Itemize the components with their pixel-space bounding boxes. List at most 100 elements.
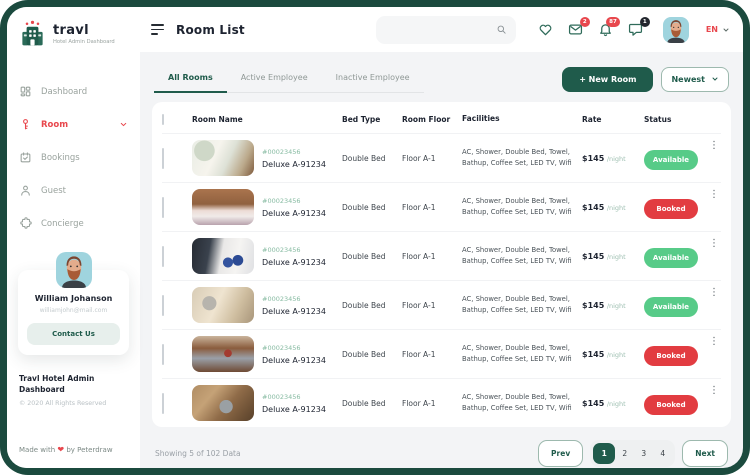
row-checkbox[interactable] xyxy=(162,246,164,267)
room-id: #00023456 xyxy=(262,393,326,401)
puzzle-icon xyxy=(19,217,32,230)
room-name-cell: #00023456 Deluxe A-91234 xyxy=(262,393,326,414)
page-number-1[interactable]: 1 xyxy=(593,443,615,464)
rate-unit: /night xyxy=(607,253,626,261)
new-room-button[interactable]: + New Room xyxy=(562,67,653,92)
row-checkbox[interactable] xyxy=(162,393,164,414)
sidebar-item-label: Bookings xyxy=(41,153,80,163)
credit-line: Made with ❤ by Peterdraw xyxy=(19,423,128,454)
kebab-menu-icon[interactable]: ⋮ xyxy=(709,337,719,347)
brand-logo[interactable]: travl Hotel Admin Dashboard xyxy=(7,7,140,55)
row-checkbox[interactable] xyxy=(162,344,164,365)
room-photo xyxy=(192,287,254,323)
tab-all-rooms[interactable]: All Rooms xyxy=(154,65,227,93)
kebab-menu-icon[interactable]: ⋮ xyxy=(709,190,719,200)
table-row: #00023456 Deluxe A-91234 Double Bed Floo… xyxy=(162,329,721,378)
sidebar-nav: Dashboard Room Bookings xyxy=(7,75,140,240)
search-box[interactable] xyxy=(376,16,516,44)
facilities-cell: AC, Shower, Double Bed, Towel, Bathup, C… xyxy=(462,343,582,365)
kebab-menu-icon[interactable]: ⋮ xyxy=(709,288,719,298)
chevron-down-icon xyxy=(119,120,128,129)
table-row: #00023456 Deluxe A-91234 Double Bed Floo… xyxy=(162,133,721,182)
user-avatar-button[interactable] xyxy=(663,17,689,43)
room-name-cell: #00023456 Deluxe A-91234 xyxy=(262,295,326,316)
language-selector[interactable]: EN xyxy=(706,25,730,34)
heart-icon xyxy=(538,22,553,37)
sidebar-item-dashboard[interactable]: Dashboard xyxy=(7,75,140,108)
page-number-4[interactable]: 4 xyxy=(653,443,672,464)
room-name: Deluxe A-91234 xyxy=(262,356,326,365)
sidebar-item-label: Concierge xyxy=(41,219,84,229)
status-badge: Available xyxy=(644,248,698,268)
sort-dropdown[interactable]: Newest xyxy=(661,67,729,92)
tab-active-employee[interactable]: Active Employee xyxy=(227,65,322,92)
hamburger-menu-icon[interactable] xyxy=(151,22,165,38)
room-id: #00023456 xyxy=(262,295,326,303)
status-badge: Available xyxy=(644,297,698,317)
row-checkbox[interactable] xyxy=(162,197,164,218)
calendar-icon xyxy=(19,151,32,164)
room-floor-cell: Floor A-1 xyxy=(402,154,462,163)
select-all-checkbox[interactable] xyxy=(162,114,164,125)
mail-badge: 2 xyxy=(580,17,590,27)
sidebar-item-label: Dashboard xyxy=(41,87,87,97)
rate-cell: $145 /night xyxy=(582,399,644,408)
room-id: #00023456 xyxy=(262,344,326,352)
sidebar-footer: Travl Hotel Admin Dashboard © 2020 All R… xyxy=(19,373,128,407)
prev-page-button[interactable]: Prev xyxy=(538,440,583,467)
user-avatar xyxy=(663,17,689,43)
profile-card: William Johanson williamjohn@mail.com Co… xyxy=(18,252,129,355)
kebab-menu-icon[interactable]: ⋮ xyxy=(709,239,719,249)
sidebar-item-room[interactable]: Room xyxy=(7,108,140,141)
bed-type-cell: Double Bed xyxy=(342,399,402,408)
tab-inactive-employee[interactable]: Inactive Employee xyxy=(322,65,424,92)
room-floor-cell: Floor A-1 xyxy=(402,399,462,408)
notifications-badge: 87 xyxy=(606,17,620,27)
rate-cell: $145 /night xyxy=(582,350,644,359)
dashboard-grid-icon xyxy=(19,85,32,98)
next-page-button[interactable]: Next xyxy=(682,440,728,467)
room-floor-cell: Floor A-1 xyxy=(402,301,462,310)
mail-button[interactable]: 2 xyxy=(568,22,583,37)
kebab-menu-icon[interactable]: ⋮ xyxy=(709,386,719,396)
kebab-menu-icon[interactable]: ⋮ xyxy=(709,141,719,151)
search-input[interactable] xyxy=(385,25,496,34)
results-summary: Showing 5 of 102 Data xyxy=(155,449,241,458)
row-checkbox[interactable] xyxy=(162,148,164,169)
table-row: #00023456 Deluxe A-91234 Double Bed Floo… xyxy=(162,378,721,427)
content-area: All Rooms Active Employee Inactive Emplo… xyxy=(140,52,743,468)
sidebar-item-label: Room xyxy=(41,120,68,130)
wishlist-button[interactable] xyxy=(538,22,553,37)
language-code: EN xyxy=(706,25,718,34)
table-row: #00023456 Deluxe A-91234 Double Bed Floo… xyxy=(162,182,721,231)
sidebar-item-concierge[interactable]: Concierge xyxy=(7,207,140,240)
brand-tagline: Hotel Admin Dashboard xyxy=(53,39,115,45)
room-photo xyxy=(192,238,254,274)
profile-name: William Johanson xyxy=(27,294,120,303)
pagination: Prev 1 2 3 4 Next xyxy=(538,440,728,467)
page-number-2[interactable]: 2 xyxy=(615,443,634,464)
rate-value: $145 xyxy=(582,252,604,261)
col-rate: Rate xyxy=(582,115,644,124)
facilities-cell: AC, Shower, Double Bed, Towel, Bathup, C… xyxy=(462,294,582,316)
page-number-3[interactable]: 3 xyxy=(634,443,653,464)
sidebar-item-bookings[interactable]: Bookings xyxy=(7,141,140,174)
facilities-cell: AC, Shower, Double Bed, Towel, Bathup, C… xyxy=(462,147,582,169)
sidebar-item-guest[interactable]: Guest xyxy=(7,174,140,207)
profile-email: williamjohn@mail.com xyxy=(27,307,120,314)
person-icon xyxy=(19,184,32,197)
room-photo xyxy=(192,336,254,372)
notifications-button[interactable]: 87 xyxy=(598,22,613,37)
rate-unit: /night xyxy=(607,302,626,310)
brand-name: travl xyxy=(53,23,115,38)
messages-button[interactable]: 1 xyxy=(628,22,643,37)
contact-us-button[interactable]: Contact Us xyxy=(27,323,120,345)
tab-bar: All Rooms Active Employee Inactive Emplo… xyxy=(154,65,424,93)
row-checkbox[interactable] xyxy=(162,295,164,316)
room-floor-cell: Floor A-1 xyxy=(402,203,462,212)
toolbar: All Rooms Active Employee Inactive Emplo… xyxy=(152,65,731,93)
col-facilities: Facilities xyxy=(462,113,582,125)
room-id: #00023456 xyxy=(262,197,326,205)
room-table: Room Name Bed Type Room Floor Facilities… xyxy=(152,102,731,427)
search-icon[interactable] xyxy=(496,24,507,35)
